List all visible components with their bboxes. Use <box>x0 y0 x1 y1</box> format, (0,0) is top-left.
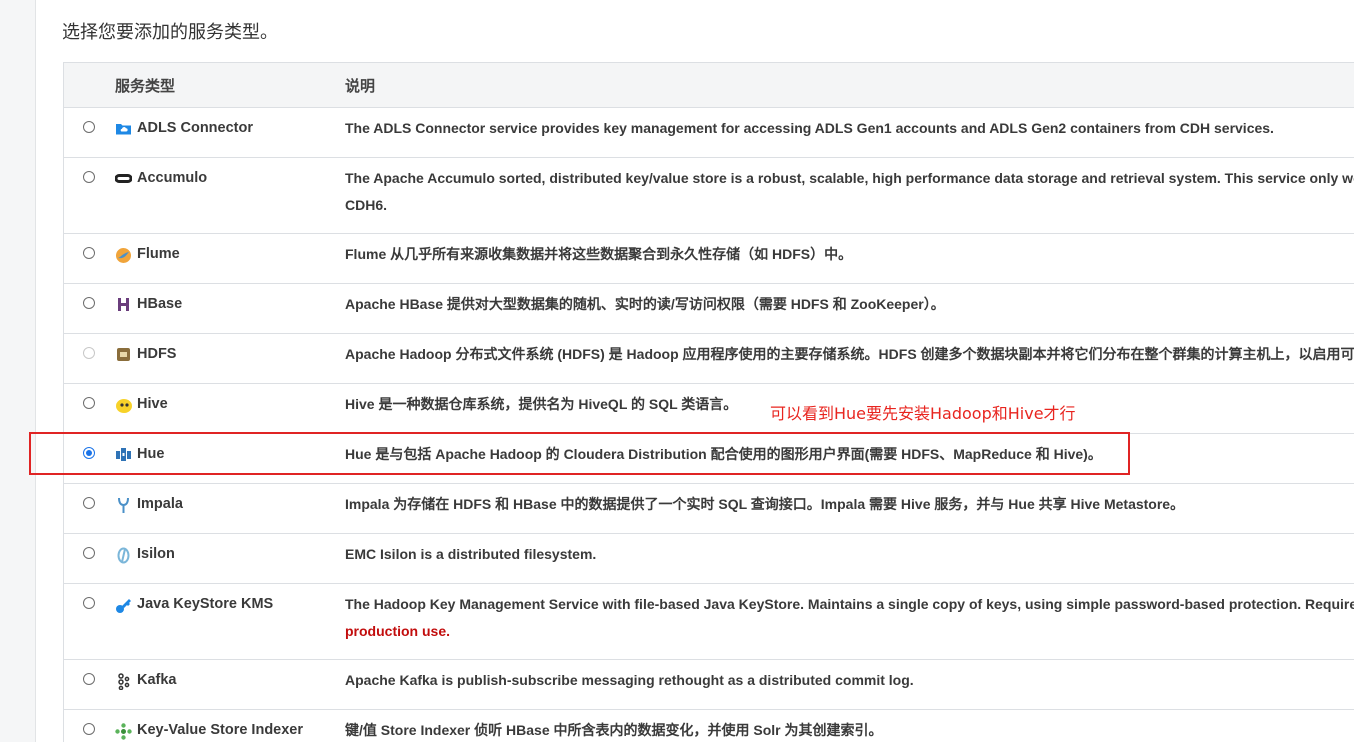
hue-highlight-box <box>29 432 1130 475</box>
radio-accumulo[interactable] <box>83 171 95 183</box>
service-description-line: Apache Kafka is publish-subscribe messag… <box>345 672 914 688</box>
page: 选择您要添加的服务类型。 服务类型 说明 ADLS Connector The … <box>0 0 1354 742</box>
service-row-hdfs[interactable]: HDFS Apache Hadoop 分布式文件系统 (HDFS) 是 Hado… <box>64 334 1354 384</box>
radio-kafka[interactable] <box>83 673 95 685</box>
service-description: The Apache Accumulo sorted, distributed … <box>345 165 1354 219</box>
service-description: Flume 从几乎所有来源收集数据并将这些数据聚合到永久性存储（如 HDFS）中… <box>345 241 1354 268</box>
service-description-warning: production use. <box>345 623 450 639</box>
radio-isilon[interactable] <box>83 547 95 559</box>
service-description: EMC Isilon is a distributed filesystem. <box>345 541 1354 568</box>
service-name: HDFS <box>137 346 177 362</box>
column-header-type: 服务类型 <box>115 77 176 95</box>
service-description-line: EMC Isilon is a distributed filesystem. <box>345 546 597 562</box>
service-description-line: Apache Hadoop 分布式文件系统 (HDFS) 是 Hadoop 应用… <box>345 346 1354 362</box>
service-name: Java KeyStore KMS <box>137 596 274 612</box>
service-description-line: 键/值 Store Indexer 侦听 HBase 中所含表内的数据变化，并使… <box>345 722 883 738</box>
service-description: 键/值 Store Indexer 侦听 HBase 中所含表内的数据变化，并使… <box>345 717 1354 742</box>
folder-cloud-icon <box>115 121 132 138</box>
service-row-key-value-store-indexer[interactable]: Key-Value Store Indexer 键/值 Store Indexe… <box>64 710 1354 742</box>
radio-impala[interactable] <box>83 497 95 509</box>
service-description-line: Apache HBase 提供对大型数据集的随机、实时的读/写访问权限（需要 H… <box>345 296 945 312</box>
service-description: The ADLS Connector service provides key … <box>345 115 1354 142</box>
impala-icon <box>115 497 132 514</box>
service-row-java-keystore-kms[interactable]: Java KeyStore KMS The Hadoop Key Managem… <box>64 584 1354 660</box>
table-header: 服务类型 说明 <box>64 63 1354 108</box>
hive-icon <box>115 397 132 414</box>
service-type-table: 服务类型 说明 ADLS Connector The ADLS Connecto… <box>63 62 1354 742</box>
kafka-icon <box>115 673 132 691</box>
hbase-icon <box>115 297 132 314</box>
service-description: Impala 为存储在 HDFS 和 HBase 中的数据提供了一个实时 SQL… <box>345 491 1354 518</box>
annotation-note: 可以看到Hue要先安装Hadoop和Hive才行 <box>770 404 1076 423</box>
column-header-description: 说明 <box>345 77 376 95</box>
left-gutter <box>0 0 36 742</box>
service-row-adls-connector[interactable]: ADLS Connector The ADLS Connector servic… <box>64 108 1354 158</box>
service-name: Hive <box>137 396 168 412</box>
service-description-line: Flume 从几乎所有来源收集数据并将这些数据聚合到永久性存储（如 HDFS）中… <box>345 246 853 262</box>
service-description-line: CDH6. <box>345 197 388 213</box>
service-row-impala[interactable]: Impala Impala 为存储在 HDFS 和 HBase 中的数据提供了一… <box>64 484 1354 534</box>
service-description-line: Impala 为存储在 HDFS 和 HBase 中的数据提供了一个实时 SQL… <box>345 496 1185 512</box>
service-name: Key-Value Store Indexer <box>137 722 304 738</box>
radio-key-value-store-indexer[interactable] <box>83 723 95 735</box>
page-heading: 选择您要添加的服务类型。 <box>62 22 278 43</box>
service-description-line: Hive 是一种数据仓库系统，提供名为 HiveQL 的 SQL 类语言。 <box>345 396 738 412</box>
isilon-icon <box>115 547 132 564</box>
service-name: Accumulo <box>137 170 208 186</box>
service-row-hbase[interactable]: HBase Apache HBase 提供对大型数据集的随机、实时的读/写访问权… <box>64 284 1354 334</box>
service-row-hive[interactable]: Hive Hive 是一种数据仓库系统，提供名为 HiveQL 的 SQL 类语… <box>64 384 1354 434</box>
flume-icon <box>115 247 132 264</box>
indexer-icon <box>115 723 132 740</box>
service-name: Kafka <box>137 672 177 688</box>
service-row-isilon[interactable]: Isilon EMC Isilon is a distributed files… <box>64 534 1354 584</box>
service-row-flume[interactable]: Flume Flume 从几乎所有来源收集数据并将这些数据聚合到永久性存储（如 … <box>64 234 1354 284</box>
service-row-kafka[interactable]: Kafka Apache Kafka is publish-subscribe … <box>64 660 1354 710</box>
service-description: The Hadoop Key Management Service with f… <box>345 591 1354 645</box>
service-description: Apache Hadoop 分布式文件系统 (HDFS) 是 Hadoop 应用… <box>345 341 1354 368</box>
service-row-accumulo[interactable]: Accumulo The Apache Accumulo sorted, dis… <box>64 158 1354 234</box>
service-description-line: The Apache Accumulo sorted, distributed … <box>345 170 1354 186</box>
radio-flume[interactable] <box>83 247 95 259</box>
radio-adls-connector[interactable] <box>83 121 95 133</box>
key-icon <box>115 597 132 614</box>
radio-hbase[interactable] <box>83 297 95 309</box>
radio-hdfs[interactable] <box>83 347 95 359</box>
radio-hive[interactable] <box>83 397 95 409</box>
service-description: Apache HBase 提供对大型数据集的随机、实时的读/写访问权限（需要 H… <box>345 291 1354 318</box>
service-name: Flume <box>137 246 180 262</box>
hdfs-icon <box>115 347 132 364</box>
service-name: Isilon <box>137 546 175 562</box>
service-description-line: The Hadoop Key Management Service with f… <box>345 596 1354 612</box>
service-name: Impala <box>137 496 183 512</box>
service-description: Apache Kafka is publish-subscribe messag… <box>345 667 1354 694</box>
radio-java-keystore-kms[interactable] <box>83 597 95 609</box>
service-name: HBase <box>137 296 183 312</box>
service-description-line: The ADLS Connector service provides key … <box>345 120 1274 136</box>
accumulo-icon <box>114 171 133 188</box>
service-name: ADLS Connector <box>137 120 253 136</box>
